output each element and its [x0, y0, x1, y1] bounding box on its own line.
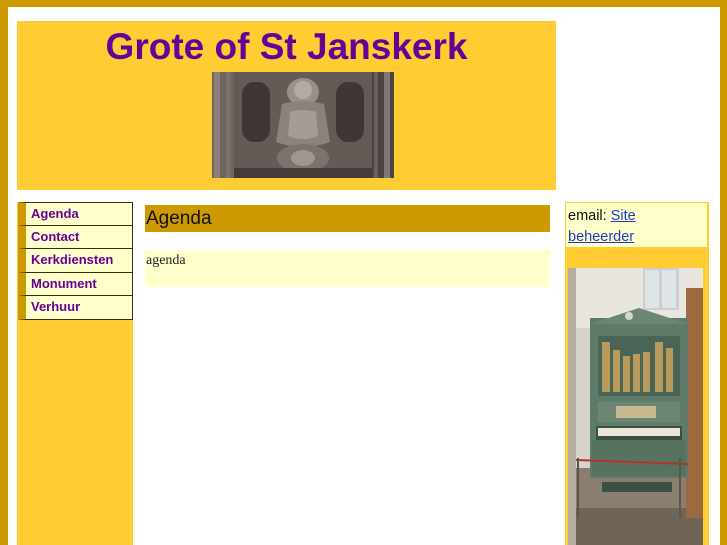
nav-item-kerkdiensten[interactable]: Kerkdiensten — [18, 249, 133, 273]
nav-item-verhuur[interactable]: Verhuur — [18, 296, 133, 320]
nav-item-monument[interactable]: Monument — [18, 272, 133, 297]
page-heading: Agenda — [145, 205, 550, 232]
carved-woodwork-photo-icon — [212, 72, 394, 178]
site-title: Grote of St Janskerk — [105, 26, 468, 67]
site-header: Grote of St Janskerk — [17, 21, 556, 190]
church-organ-photo-icon — [568, 268, 703, 545]
contact-email-box: email: Site beheerder — [566, 203, 707, 247]
nav-item-contact[interactable]: Contact — [18, 225, 133, 250]
nav-item-agenda[interactable]: Agenda — [18, 202, 133, 226]
right-sidebar: email: Site beheerder — [565, 202, 709, 545]
email-label: email: — [568, 208, 607, 224]
page-content: agenda — [145, 250, 550, 287]
sidebar-nav: Agenda Contact Kerkdiensten Monument Ver… — [17, 202, 133, 545]
